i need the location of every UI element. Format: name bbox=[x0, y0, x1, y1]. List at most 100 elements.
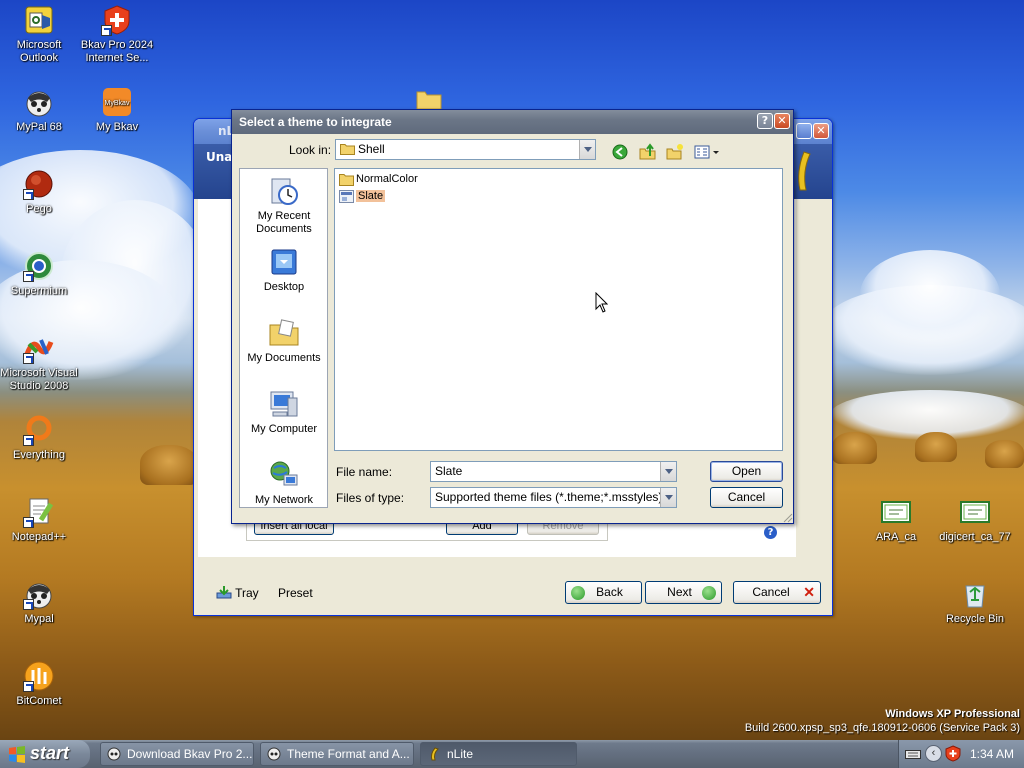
desktop-icon-my-bkav[interactable]: MyBkav My Bkav bbox=[77, 86, 157, 134]
taskbar: start Download Bkav Pro 2... Theme Forma… bbox=[0, 740, 1024, 768]
files-of-type-value: Supported theme files (*.theme;*.msstyle… bbox=[435, 490, 663, 504]
back-button[interactable]: Back bbox=[565, 581, 642, 604]
shortcut-arrow-icon bbox=[23, 271, 34, 282]
look-in-combobox[interactable]: Shell bbox=[335, 139, 596, 160]
select-theme-dialog: Select a theme to integrate ? ✕ Look in:… bbox=[231, 109, 794, 524]
taskbar-item-label: Download Bkav Pro 2... bbox=[127, 747, 253, 761]
desktop-icon-ara-ca[interactable]: ARA_ca bbox=[856, 496, 936, 544]
certificate-icon bbox=[881, 501, 911, 523]
place-my-recent-documents[interactable]: My Recent Documents bbox=[240, 175, 328, 236]
tray-download-icon bbox=[216, 586, 232, 599]
tray-button[interactable]: Tray bbox=[216, 585, 259, 600]
look-in-label: Look in: bbox=[289, 143, 332, 157]
nlite-close-button[interactable]: ✕ bbox=[813, 123, 829, 139]
desktop-icon-notepadpp[interactable]: Notepad++ bbox=[0, 496, 79, 544]
desktop-icon-bitcomet[interactable]: BitComet bbox=[0, 660, 79, 708]
desktop-icon bbox=[271, 249, 297, 275]
desktop-icon-label: ARA_ca bbox=[875, 531, 917, 543]
place-desktop[interactable]: Desktop bbox=[240, 246, 328, 294]
nlite-maximize-button[interactable] bbox=[796, 123, 812, 139]
taskbar-item-download-bkav[interactable]: Download Bkav Pro 2... bbox=[100, 742, 254, 766]
folder-icon bbox=[416, 91, 442, 110]
preset-button[interactable]: Preset bbox=[278, 586, 313, 600]
nlite-icon bbox=[430, 747, 439, 761]
file-item-name: Slate bbox=[356, 190, 386, 202]
chevron-down-icon[interactable] bbox=[579, 140, 595, 159]
desktop-icon-pego[interactable]: Pego bbox=[0, 168, 79, 216]
back-icon[interactable] bbox=[612, 144, 628, 160]
open-button[interactable]: Open bbox=[710, 461, 783, 482]
desktop-icon-recycle-bin[interactable]: Recycle Bin bbox=[935, 578, 1015, 626]
help-icon[interactable]: ? bbox=[764, 526, 777, 539]
tray-label: Tray bbox=[235, 586, 259, 600]
taskbar-item-theme-format[interactable]: Theme Format and A... bbox=[260, 742, 414, 766]
mouse-cursor-icon bbox=[595, 292, 608, 313]
cancel-x-icon: ✕ bbox=[803, 584, 815, 600]
next-button[interactable]: Next bbox=[645, 581, 722, 604]
dialog-cancel-button[interactable]: Cancel bbox=[710, 487, 783, 508]
certificate-icon bbox=[960, 501, 990, 523]
my-documents-icon bbox=[269, 319, 299, 346]
desktop-icon-label: BitComet bbox=[16, 695, 62, 707]
keyboard-icon[interactable] bbox=[905, 748, 921, 760]
files-of-type-label: Files of type: bbox=[336, 491, 405, 505]
desktop-icon-supermium[interactable]: Supermium bbox=[0, 250, 79, 298]
my-network-icon bbox=[270, 461, 298, 486]
views-menu-icon[interactable] bbox=[694, 145, 720, 159]
next-label: Next bbox=[667, 585, 692, 599]
desktop-icon-label: Microsoft Outlook bbox=[16, 39, 62, 64]
nlite-bottom-bar: Tray Preset Back Next Cancel ✕ bbox=[194, 559, 832, 615]
shortcut-arrow-icon bbox=[23, 353, 34, 364]
nlite-cancel-button[interactable]: Cancel ✕ bbox=[733, 581, 821, 604]
start-button[interactable]: start bbox=[0, 740, 90, 768]
tray-collapse-icon[interactable]: ‹ bbox=[925, 745, 942, 762]
chevron-down-icon[interactable] bbox=[660, 462, 676, 481]
place-my-computer[interactable]: My Computer bbox=[240, 388, 328, 436]
mypal-icon bbox=[26, 91, 52, 117]
file-name-label: File name: bbox=[336, 465, 393, 479]
up-folder-icon[interactable] bbox=[639, 143, 657, 160]
svg-text:MyBkav: MyBkav bbox=[105, 100, 130, 107]
file-name-input[interactable]: Slate bbox=[430, 461, 677, 482]
desktop-icon-label: Microsoft Visual Studio 2008 bbox=[0, 367, 78, 392]
new-folder-icon[interactable] bbox=[666, 143, 684, 160]
desktop-icon-mypal68[interactable]: MyPal 68 bbox=[0, 86, 79, 134]
dialog-title: Select a theme to integrate bbox=[239, 115, 392, 129]
shortcut-arrow-icon bbox=[23, 599, 34, 610]
file-item-slate[interactable]: Slate bbox=[338, 189, 386, 204]
resize-grip-icon[interactable] bbox=[781, 511, 793, 523]
desktop-icon-bkav-pro[interactable]: Bkav Pro 2024 Internet Se... bbox=[77, 4, 157, 65]
shortcut-arrow-icon bbox=[23, 681, 34, 692]
desktop-icon-label: Notepad++ bbox=[11, 531, 67, 543]
bkav-tray-icon[interactable] bbox=[945, 745, 961, 762]
file-list[interactable]: NormalColor Slate bbox=[334, 168, 783, 451]
dialog-help-button[interactable]: ? bbox=[757, 113, 773, 129]
desktop-icon-label: digicert_ca_77 bbox=[939, 531, 1011, 543]
desktop-icon-visual-studio[interactable]: Microsoft Visual Studio 2008 bbox=[0, 332, 79, 393]
folder-icon bbox=[340, 144, 355, 155]
desktop-icon-mypal[interactable]: Mypal bbox=[0, 578, 79, 626]
dialog-title-bar[interactable]: Select a theme to integrate bbox=[232, 110, 793, 134]
my-computer-icon bbox=[270, 391, 298, 417]
start-label: start bbox=[30, 743, 70, 763]
desktop-icon-digicert[interactable]: digicert_ca_77 bbox=[935, 496, 1015, 544]
place-my-documents[interactable]: My Documents bbox=[240, 317, 328, 365]
place-label: My Documents bbox=[247, 352, 321, 364]
theme-file-icon bbox=[339, 190, 354, 203]
look-in-value: Shell bbox=[358, 142, 385, 156]
browser-icon bbox=[107, 747, 121, 761]
folder-icon bbox=[339, 174, 354, 186]
place-my-network[interactable]: My Network bbox=[240, 459, 328, 507]
system-tray: ‹ 1:34 AM bbox=[898, 740, 1024, 768]
preset-label: Preset bbox=[278, 586, 313, 600]
chevron-down-icon[interactable] bbox=[660, 488, 676, 507]
dialog-close-button[interactable]: ✕ bbox=[774, 113, 790, 129]
desktop-icon-outlook[interactable]: Microsoft Outlook bbox=[0, 4, 79, 65]
recycle-bin-icon bbox=[965, 585, 985, 608]
file-item-normalcolor[interactable]: NormalColor bbox=[338, 172, 418, 187]
place-label: Desktop bbox=[263, 281, 305, 293]
desktop-icon-label: Supermium bbox=[10, 285, 68, 297]
files-of-type-select[interactable]: Supported theme files (*.theme;*.msstyle… bbox=[430, 487, 677, 508]
desktop-icon-everything[interactable]: Everything bbox=[0, 414, 79, 462]
taskbar-item-nlite[interactable]: nLite bbox=[420, 742, 577, 766]
